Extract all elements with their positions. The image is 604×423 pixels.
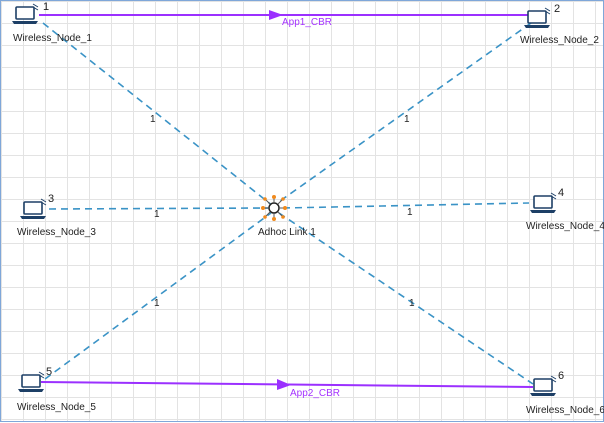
node-label-2: Wireless_Node_2	[520, 35, 599, 46]
app2-label[interactable]: App2_CBR	[290, 389, 340, 399]
network-canvas[interactable]: 1 Wireless_Node_1 2 Wireless_Node_2 3 Wi…	[0, 0, 604, 422]
link-label-node-2: 1	[404, 114, 410, 125]
laptop-icon[interactable]	[19, 198, 47, 220]
adhoc-hub-icon[interactable]	[261, 195, 287, 221]
link-label-node-6: 1	[409, 298, 415, 309]
hub-label: Adhoc Link 1	[258, 227, 316, 238]
laptop-icon[interactable]	[523, 7, 551, 29]
node-number-2: 2	[554, 3, 561, 15]
node-label-4: Wireless_Node_4	[526, 221, 604, 232]
node-number-1: 1	[43, 1, 50, 13]
node-label-1: Wireless_Node_1	[13, 33, 92, 44]
node-number-5: 5	[46, 366, 53, 378]
laptop-icon[interactable]	[529, 375, 557, 397]
node-number-4: 4	[558, 187, 565, 199]
app1-arrow-icon	[269, 10, 283, 20]
node-number-3: 3	[48, 193, 55, 205]
laptop-icon[interactable]	[529, 192, 557, 214]
laptop-icon[interactable]	[17, 371, 45, 393]
laptop-icon[interactable]	[11, 3, 39, 25]
link-label-node-5: 1	[154, 298, 160, 309]
node-label-3: Wireless_Node_3	[17, 227, 96, 238]
link-node-2-hub[interactable]	[272, 22, 532, 207]
link-label-node-3: 1	[154, 209, 160, 220]
link-label-node-1: 1	[150, 114, 156, 125]
link-node-1-hub[interactable]	[42, 22, 274, 207]
link-label-node-4: 1	[407, 207, 413, 218]
link-node-4-hub[interactable]	[282, 202, 530, 209]
node-number-6: 6	[558, 370, 565, 382]
node-label-6: Wireless_Node_6	[526, 405, 604, 416]
app2-arrow-icon	[277, 379, 291, 390]
app1-label[interactable]: App1_CBR	[282, 18, 332, 28]
links-layer	[39, 10, 534, 390]
node-label-5: Wireless_Node_5	[17, 402, 96, 413]
link-node-6-hub[interactable]	[278, 212, 534, 385]
